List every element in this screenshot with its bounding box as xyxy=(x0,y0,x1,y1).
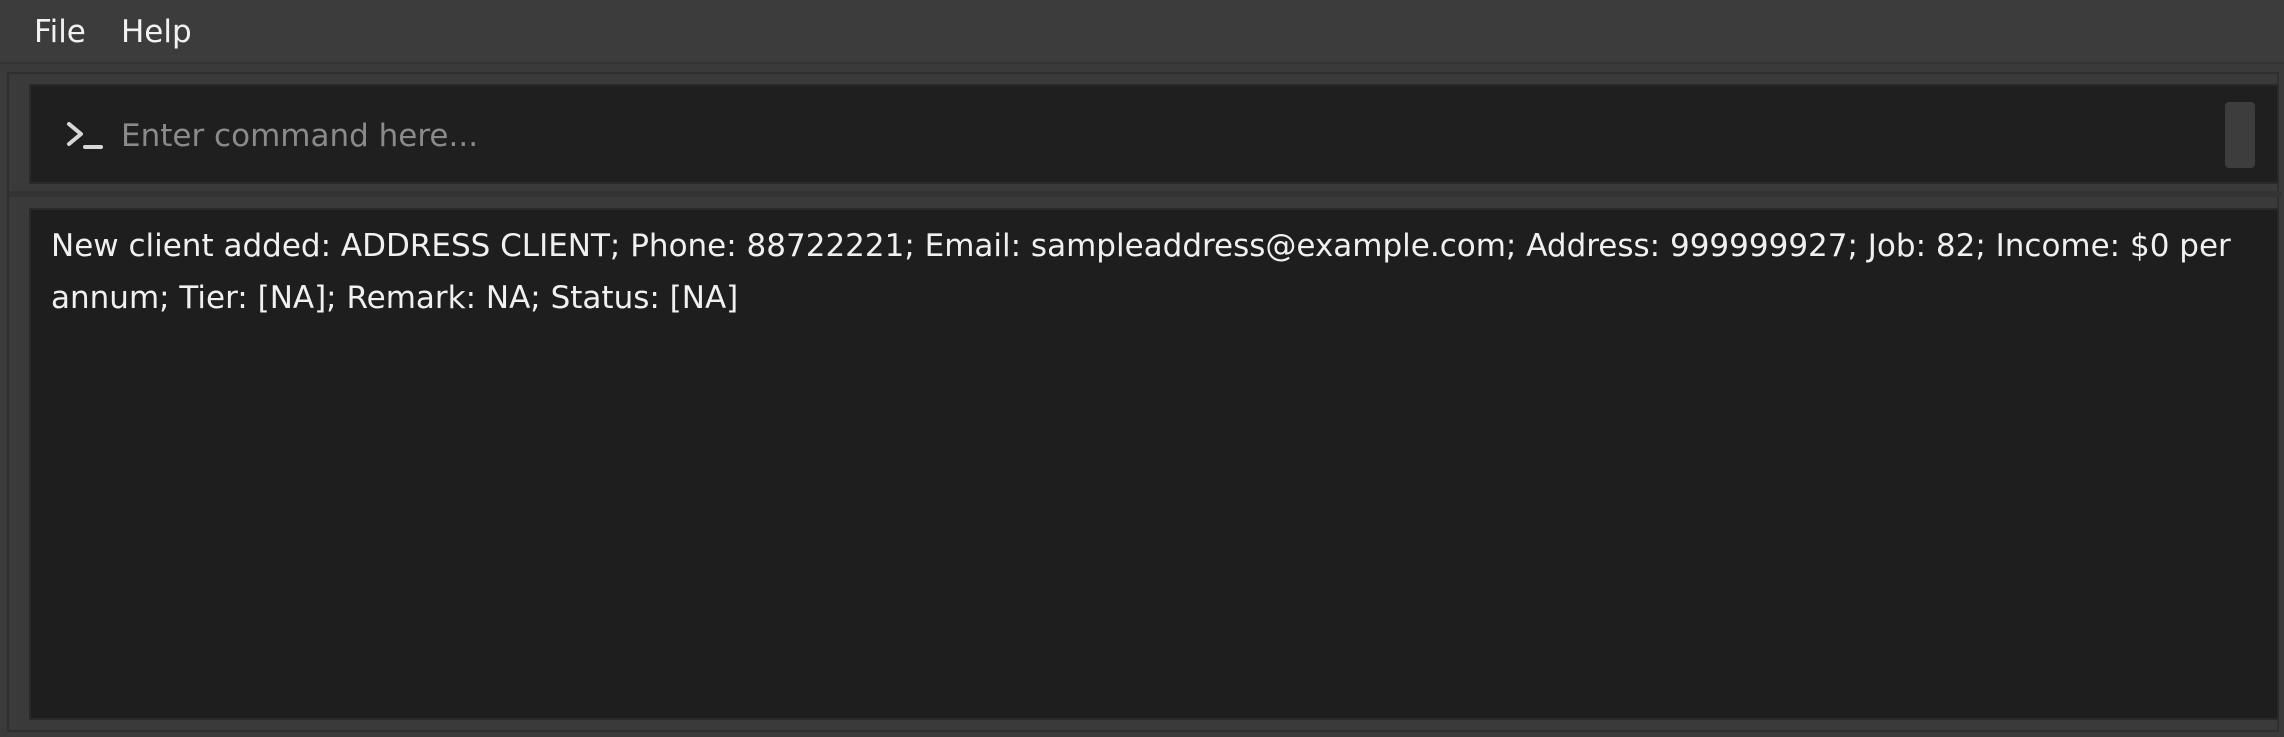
command-scrollbar[interactable] xyxy=(2225,102,2255,168)
main-panel: New client added: ADDRESS CLIENT; Phone:… xyxy=(7,72,2281,732)
result-message: New client added: ADDRESS CLIENT; Phone:… xyxy=(51,228,2231,316)
result-display: New client added: ADDRESS CLIENT; Phone:… xyxy=(29,208,2279,720)
menu-bar: File Help xyxy=(0,0,2284,64)
help-menu[interactable]: Help xyxy=(119,10,194,54)
panel-divider[interactable] xyxy=(9,191,2281,197)
file-menu[interactable]: File xyxy=(32,10,88,54)
terminal-prompt-icon xyxy=(65,118,105,154)
command-input[interactable] xyxy=(121,108,2201,164)
command-box xyxy=(29,84,2279,184)
